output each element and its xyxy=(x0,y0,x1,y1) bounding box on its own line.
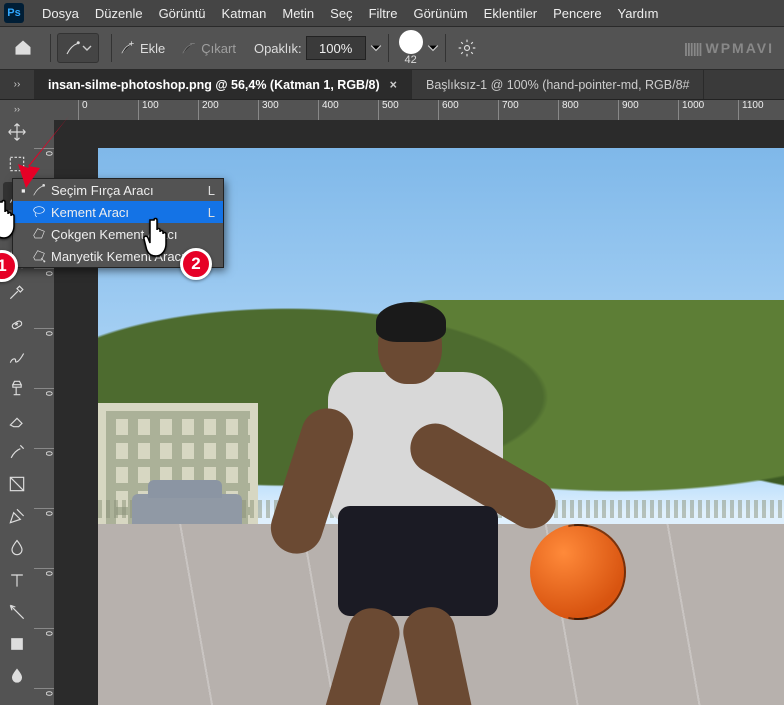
menu-select[interactable]: Seç xyxy=(322,6,360,21)
ruler-tick: 600 xyxy=(438,100,459,120)
tab-inactive-label: Başlıksız-1 @ 100% (hand-pointer-md, RGB… xyxy=(426,78,690,92)
menu-edit[interactable]: Düzenle xyxy=(87,6,151,21)
tool-eraser[interactable] xyxy=(3,406,31,434)
ruler-tick: 0 xyxy=(34,328,54,336)
ruler-tick: 200 xyxy=(198,100,219,120)
workspace: ›› 0 100 200 300 400 500 600 700 800 900… xyxy=(0,100,784,705)
menu-help[interactable]: Yardım xyxy=(610,6,667,21)
ruler-tick: 0 xyxy=(34,508,54,516)
tool-brush[interactable] xyxy=(3,342,31,370)
mode-add[interactable]: Ekle xyxy=(118,39,165,57)
tool-eyedropper[interactable] xyxy=(3,278,31,306)
tabs-expand-icon[interactable]: ›› xyxy=(0,70,34,99)
menu-view[interactable]: Görünüm xyxy=(405,6,475,21)
ruler-tick: 0 xyxy=(34,388,54,396)
tool-blur[interactable] xyxy=(3,534,31,562)
image-person-1 xyxy=(258,306,528,705)
ruler-tick: 100 xyxy=(138,100,159,120)
tool-healing[interactable] xyxy=(3,310,31,338)
chevron-down-icon[interactable] xyxy=(370,42,382,54)
ruler-tick: 400 xyxy=(318,100,339,120)
flyout-item-label: Çokgen Kement Aracı xyxy=(49,227,215,242)
mode-subtract[interactable]: Çıkart xyxy=(179,39,236,57)
menu-type[interactable]: Metin xyxy=(274,6,322,21)
home-button[interactable] xyxy=(8,33,38,63)
watermark: ||||||WPMAVI xyxy=(684,35,774,61)
menu-layer[interactable]: Katman xyxy=(214,6,275,21)
annotation-arrow xyxy=(14,110,84,190)
menu-filter[interactable]: Filtre xyxy=(361,6,406,21)
tool-pen[interactable] xyxy=(3,502,31,530)
opacity-label: Opaklık: xyxy=(254,41,302,56)
ruler-tick: 0 xyxy=(34,448,54,456)
menu-window[interactable]: Pencere xyxy=(545,6,609,21)
mode-subtract-label: Çıkart xyxy=(201,41,236,56)
app-logo: Ps xyxy=(4,3,24,23)
brush-circle-icon xyxy=(399,30,423,54)
minus-brush-icon xyxy=(179,39,197,57)
flyout-item-lasso[interactable]: Kement Aracı L xyxy=(13,201,223,223)
ruler-tick: 1000 xyxy=(678,100,704,120)
plus-brush-icon xyxy=(118,39,136,57)
menu-file[interactable]: Dosya xyxy=(34,6,87,21)
tool-history-brush[interactable] xyxy=(3,438,31,466)
ruler-tick: 800 xyxy=(558,100,579,120)
ruler-tick: 0 xyxy=(34,568,54,576)
tool-path[interactable] xyxy=(3,598,31,626)
ruler-tick: 1100 xyxy=(738,100,764,120)
settings-button[interactable] xyxy=(452,33,482,63)
ruler-horizontal[interactable]: 0 100 200 300 400 500 600 700 800 900 10… xyxy=(34,100,784,120)
tool-clone[interactable] xyxy=(3,374,31,402)
magnetic-lasso-icon xyxy=(29,248,49,264)
ruler-tick: 0 xyxy=(34,688,54,696)
annotation-hand-cursor xyxy=(0,196,26,240)
brush-size-label: 42 xyxy=(405,54,417,66)
gear-icon xyxy=(457,38,477,58)
flyout-item-label: Kement Aracı xyxy=(49,205,208,220)
flyout-item-shortcut: L xyxy=(208,205,215,220)
tool-shape[interactable] xyxy=(3,630,31,658)
tool-preset-dropdown[interactable] xyxy=(57,33,99,63)
ruler-tick: 900 xyxy=(618,100,639,120)
brush-preview[interactable]: 42 xyxy=(399,30,423,66)
ruler-tick: 700 xyxy=(498,100,519,120)
close-icon[interactable]: × xyxy=(390,78,397,92)
flyout-item-shortcut: L xyxy=(208,183,215,198)
menu-bar: Ps Dosya Düzenle Görüntü Katman Metin Se… xyxy=(0,0,784,26)
chevron-down-icon xyxy=(82,43,92,53)
annotation-hand-cursor xyxy=(140,214,178,258)
chevron-down-icon[interactable] xyxy=(427,42,439,54)
lasso-icon xyxy=(29,204,49,220)
tab-inactive[interactable]: Başlıksız-1 @ 100% (hand-pointer-md, RGB… xyxy=(412,70,705,99)
annotation-number-2: 2 xyxy=(180,248,212,280)
ruler-tick: 0 xyxy=(34,628,54,636)
ruler-tick: 500 xyxy=(378,100,399,120)
flyout-item-poly-lasso[interactable]: Çokgen Kement Aracı xyxy=(13,223,223,245)
polygon-lasso-icon xyxy=(29,226,49,242)
ruler-tick: 0 xyxy=(34,268,54,276)
tool-type[interactable] xyxy=(3,566,31,594)
tab-active-label: insan-silme-photoshop.png @ 56,4% (Katma… xyxy=(48,78,380,92)
image-basketball xyxy=(530,524,626,620)
options-bar: Ekle Çıkart Opaklık: 100% 42 ||||||WPMAV… xyxy=(0,26,784,70)
tool-gradient[interactable] xyxy=(3,470,31,498)
tab-active[interactable]: insan-silme-photoshop.png @ 56,4% (Katma… xyxy=(34,70,412,99)
menu-image[interactable]: Görüntü xyxy=(151,6,214,21)
mode-add-label: Ekle xyxy=(140,41,165,56)
ruler-tick: 300 xyxy=(258,100,279,120)
opacity-field[interactable]: 100% xyxy=(306,36,366,60)
document-tabs: ›› insan-silme-photoshop.png @ 56,4% (Ka… xyxy=(0,70,784,100)
tool-dodge[interactable] xyxy=(3,662,31,690)
menu-plugins[interactable]: Eklentiler xyxy=(476,6,545,21)
